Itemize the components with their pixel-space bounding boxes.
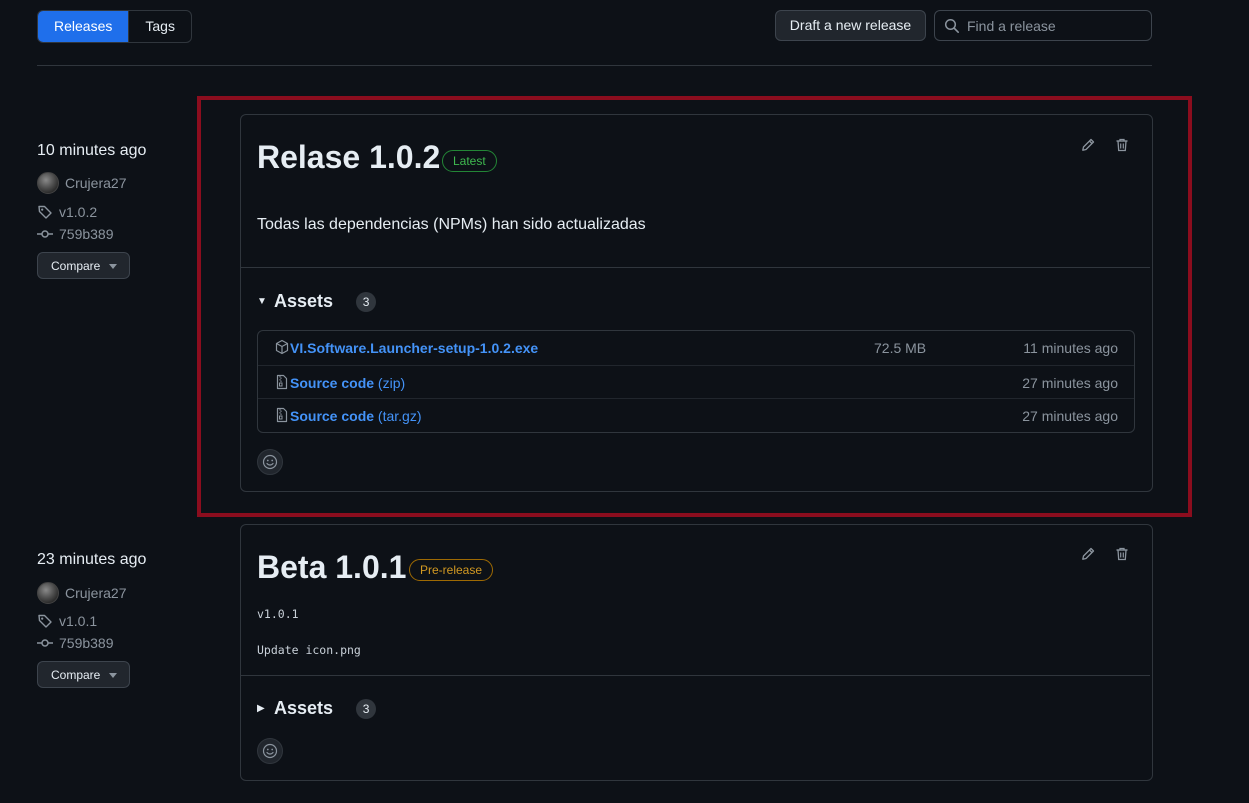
draft-new-release-button[interactable]: Draft a new release [775,10,926,41]
pencil-icon[interactable] [1080,137,1096,153]
assets-count-badge: 3 [356,698,377,719]
release-author[interactable]: Crujera27 [37,172,126,194]
release-time: 23 minutes ago [37,551,147,568]
asset-size: 72.5 MB [874,340,927,356]
trash-icon[interactable] [1114,137,1130,153]
release-notes-line: Update icon.png [257,643,361,657]
asset-row: VI.Software.Launcher-setup-1.0.2.exe 72.… [258,331,1134,364]
smiley-icon [262,454,278,470]
assets-label: Assets [274,698,334,718]
release-card-latest: Relase 1.0.2 Latest Todas las dependenci… [240,114,1153,492]
tag-icon [38,205,52,219]
add-reaction-button[interactable] [257,738,283,764]
smiley-icon [262,743,278,759]
asset-row: Source code (tar.gz) 27 minutes ago [258,398,1134,432]
header-divider [37,65,1152,66]
asset-name[interactable]: Source code [290,375,374,391]
release-notes-line: v1.0.1 [257,607,299,621]
author-name[interactable]: Crujera27 [65,585,126,601]
triangle-right-icon: ▶ [257,703,265,714]
assets-count-badge: 3 [356,291,377,312]
release-author[interactable]: Crujera27 [37,582,126,604]
commit-icon [37,230,53,238]
release-title[interactable]: Relase 1.0.2 [257,139,440,176]
release-commit[interactable]: 759b389 [37,635,114,651]
release-title[interactable]: Beta 1.0.1 [257,549,406,586]
commit-hash[interactable]: 759b389 [59,226,114,242]
asset-name[interactable]: Source code [290,408,374,424]
tab-releases[interactable]: Releases [38,11,129,42]
avatar [37,172,59,194]
asset-ext[interactable]: (zip) [374,375,405,391]
chevron-down-icon [109,264,117,269]
add-reaction-button[interactable] [257,449,283,475]
file-zip-icon [276,374,288,390]
commit-hash[interactable]: 759b389 [59,635,114,651]
asset-row: Source code (zip) 27 minutes ago [258,365,1134,399]
tag-icon [38,614,52,628]
assets-toggle[interactable]: ▶ Assets 3 [257,698,377,719]
prerelease-badge: Pre-release [409,559,494,581]
asset-link-exe[interactable]: VI.Software.Launcher-setup-1.0.2.exe [290,340,538,356]
asset-link-targz[interactable]: Source code (tar.gz) [290,408,422,424]
trash-icon[interactable] [1114,546,1130,562]
release-tag[interactable]: v1.0.1 [37,613,97,629]
chevron-down-icon [109,673,117,678]
tab-tags[interactable]: Tags [128,11,191,42]
search-input[interactable] [967,11,1143,40]
file-zip-icon [276,407,288,423]
release-card-prerelease: Beta 1.0.1 Pre-release v1.0.1 Update ico… [240,524,1153,781]
asset-ext[interactable]: (tar.gz) [374,408,422,424]
avatar [37,582,59,604]
card-divider [241,267,1150,268]
compare-label: Compare [51,668,101,682]
tag-label[interactable]: v1.0.2 [59,204,97,220]
assets-list: VI.Software.Launcher-setup-1.0.2.exe 72.… [257,330,1135,433]
package-icon [275,339,289,355]
commit-icon [37,639,53,647]
compare-label: Compare [51,259,101,273]
release-tag[interactable]: v1.0.2 [37,204,97,220]
pencil-icon[interactable] [1080,546,1096,562]
compare-button[interactable]: Compare [37,252,130,279]
latest-badge: Latest [442,150,497,172]
asset-time: 11 minutes ago [1023,340,1118,356]
releases-tags-tabs: Releases Tags [37,10,192,43]
asset-time: 27 minutes ago [1022,408,1118,424]
tag-label[interactable]: v1.0.1 [59,613,97,629]
asset-link-zip[interactable]: Source code (zip) [290,375,405,391]
release-notes: Todas las dependencias (NPMs) han sido a… [257,216,646,233]
compare-button[interactable]: Compare [37,661,130,688]
search-icon [944,18,959,33]
triangle-down-icon: ▼ [257,296,267,307]
find-release-search[interactable] [934,10,1152,41]
assets-toggle[interactable]: ▼ Assets 3 [257,291,377,312]
release-commit[interactable]: 759b389 [37,226,114,242]
asset-time: 27 minutes ago [1022,375,1118,391]
assets-label: Assets [274,291,334,311]
release-time: 10 minutes ago [37,142,147,159]
card-divider [241,675,1150,676]
author-name[interactable]: Crujera27 [65,175,126,191]
